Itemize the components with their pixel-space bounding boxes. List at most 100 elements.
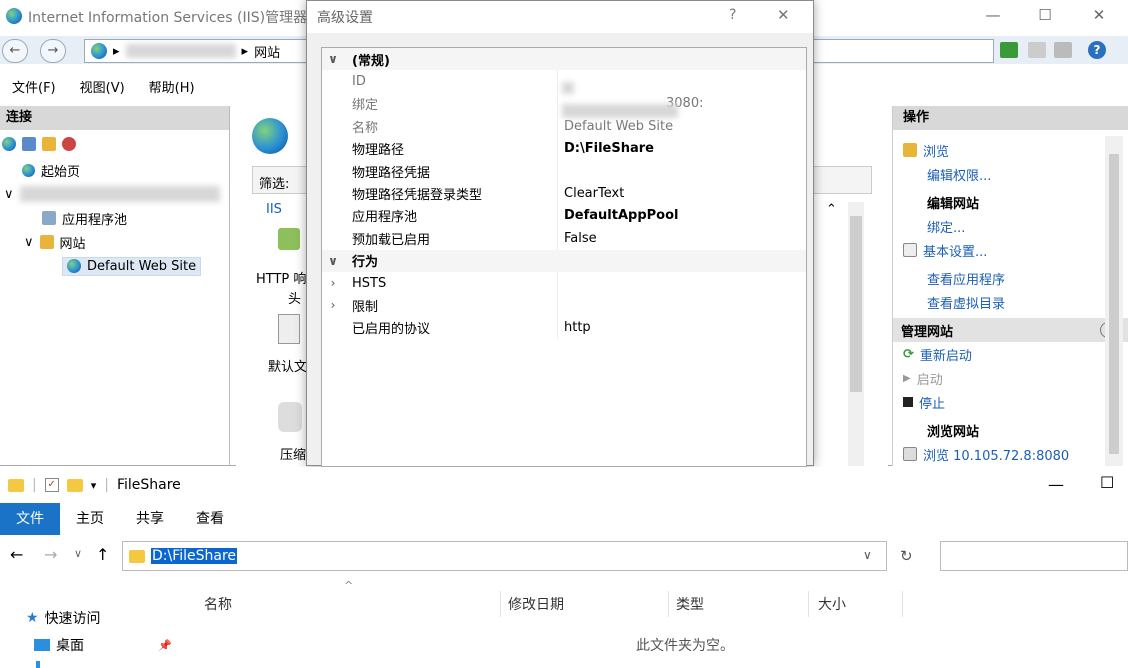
action-bindings[interactable]: 绑定... (893, 214, 1128, 238)
home-icon[interactable] (1054, 42, 1072, 58)
expand-down-icon[interactable]: ∨ (322, 254, 344, 268)
tree-item-default-web-site[interactable]: Default Web Site (0, 254, 229, 278)
forward-arrow-icon[interactable]: → (44, 545, 57, 564)
actions-scrollbar[interactable] (1105, 136, 1123, 466)
tree-item-server[interactable]: ∨ (0, 182, 229, 206)
expand-down-icon[interactable]: ∨ (322, 52, 344, 66)
property-key: 行为 (352, 255, 379, 271)
property-value[interactable]: D:\FileShare (558, 141, 806, 156)
redacted-server-name (125, 44, 236, 58)
properties-check-icon[interactable]: ✓ (44, 478, 59, 492)
property-row[interactable]: 物理路径凭据登录类型 ClearText (322, 182, 806, 205)
connect-icon[interactable] (2, 137, 16, 151)
property-row[interactable]: 已启用的协议 http (322, 316, 806, 340)
back-arrow-icon[interactable]: ← (10, 545, 23, 564)
help-icon[interactable]: ? (1088, 41, 1106, 59)
tree-item-app-pools[interactable]: 应用程序池 (0, 206, 229, 230)
expand-right-icon[interactable]: › (322, 298, 344, 312)
save-icon[interactable] (22, 137, 36, 151)
property-value[interactable]: DefaultAppPool (558, 208, 806, 223)
collapse-up-icon[interactable]: ⌃ (826, 202, 837, 217)
tab-view[interactable]: 查看 (180, 503, 240, 535)
menu-help[interactable]: 帮助(H) (149, 77, 195, 96)
breadcrumb-sites[interactable]: 网站 (254, 42, 280, 61)
property-category[interactable]: ∨ (常规) (322, 48, 806, 71)
quick-access-dropdown-icon[interactable]: ▾ (91, 479, 97, 492)
expand-right-icon[interactable]: › (322, 276, 344, 290)
action-edit-permissions[interactable]: 编辑权限... (893, 162, 1128, 186)
property-value[interactable]: False (558, 231, 806, 246)
dialog-close-button[interactable]: ✕ (777, 6, 790, 24)
nav-desktop[interactable]: 桌面 📌 (34, 635, 172, 655)
up-arrow-icon[interactable]: ↑ (96, 545, 109, 564)
action-restart[interactable]: ⟳ 重新启动 (893, 342, 1128, 366)
col-name[interactable]: 名称 (204, 591, 232, 617)
property-key: 物理路径凭据登录类型 (344, 182, 558, 205)
tree-item-start-page[interactable]: 起始页 (0, 158, 229, 182)
property-row[interactable]: 应用程序池 DefaultAppPool (322, 204, 806, 228)
new-folder-icon[interactable] (66, 478, 83, 492)
search-input[interactable] (940, 541, 1128, 571)
action-start[interactable]: ▶ 启动 (893, 366, 1128, 390)
features-scrollbar[interactable] (848, 202, 864, 466)
refresh-arrow-icon[interactable]: ↻ (900, 547, 913, 565)
disconnect-icon[interactable] (62, 137, 76, 151)
property-row[interactable]: 名称 Default Web Site (322, 115, 806, 138)
action-view-applications[interactable]: 查看应用程序 (893, 266, 1128, 290)
property-category[interactable]: ∨ 行为 (322, 249, 806, 272)
dialog-help-button[interactable]: ? (729, 7, 736, 23)
property-value[interactable]: ClearText (558, 186, 806, 201)
property-key: 物理路径 (344, 137, 558, 160)
back-button[interactable]: ← (2, 39, 28, 63)
http-headers-icon[interactable] (278, 228, 300, 250)
property-row[interactable]: 预加载已启用 False (322, 227, 806, 250)
recent-dropdown-icon[interactable]: ∨ (74, 547, 82, 560)
property-row[interactable]: › HSTS (322, 271, 806, 295)
default-document-icon[interactable] (278, 314, 300, 344)
iis-window-title: Internet Information Services (IIS)管理器 (28, 10, 308, 26)
feature-compression[interactable]: 压缩 (280, 444, 306, 463)
action-stop[interactable]: 停止 (893, 390, 1128, 414)
pin-icon[interactable]: 📌 (158, 639, 172, 652)
col-modified[interactable]: 修改日期 (508, 591, 564, 617)
explorer-maximize-button[interactable]: ☐ (1100, 473, 1114, 492)
feature-http-headers[interactable]: HTTP 响 (256, 268, 306, 287)
tab-share[interactable]: 共享 (120, 503, 180, 535)
path-input[interactable]: D:\FileShare ∨ (122, 541, 887, 571)
property-key: 绑定 (344, 92, 558, 116)
feature-default-document[interactable]: 默认文 (268, 356, 307, 375)
property-row[interactable]: 物理路径凭据 (322, 159, 806, 183)
path-dropdown-icon[interactable]: ∨ (863, 548, 872, 562)
property-row[interactable]: 物理路径 D:\FileShare (322, 137, 806, 160)
path-text[interactable]: D:\FileShare (151, 548, 238, 564)
iis-minimize-button[interactable]: — (980, 4, 1006, 26)
col-type[interactable]: 类型 (676, 591, 704, 617)
tab-file[interactable]: 文件 (0, 503, 60, 535)
iis-maximize-button[interactable]: ☐ (1032, 4, 1058, 26)
nav-quick-access[interactable]: ★ 快速访问 (26, 608, 101, 628)
up-folder-icon[interactable] (42, 137, 56, 151)
property-value[interactable]: Default Web Site (558, 119, 806, 134)
stop-icon[interactable] (1028, 42, 1046, 58)
forward-button[interactable]: → (40, 39, 66, 63)
property-row[interactable]: › 限制 (322, 294, 806, 317)
action-basic-settings[interactable]: 基本设置... (893, 238, 1128, 262)
explorer-minimize-button[interactable]: — (1048, 475, 1064, 494)
start-icon: ▶ (903, 372, 911, 384)
menu-file[interactable]: 文件(F) (12, 77, 56, 96)
tree-item-sites[interactable]: ∨ 网站 (0, 230, 229, 254)
explorer-nav-bar: ← → ∨ ↑ D:\FileShare ∨ ↻ (0, 535, 1128, 583)
action-label: 浏览 10.105.72.8:8080 (923, 448, 1070, 464)
action-label: 重新启动 (919, 348, 972, 364)
col-size[interactable]: 大小 (818, 591, 846, 617)
actions-panel: 操作 浏览 编辑权限... 编辑网站 绑定... 基本设置... 查看应用程序 … (892, 106, 1128, 466)
action-browse-url[interactable]: 浏览 10.105.72.8:8080 (893, 442, 1128, 466)
tab-home[interactable]: 主页 (60, 503, 120, 535)
iis-close-button[interactable]: ✕ (1086, 4, 1112, 26)
action-browse[interactable]: 浏览 (893, 138, 1128, 162)
menu-view[interactable]: 视图(V) (80, 77, 125, 96)
property-value[interactable]: http (558, 320, 806, 335)
action-view-virtual-dirs[interactable]: 查看虚拟目录 (893, 290, 1128, 314)
refresh-icon[interactable] (1000, 42, 1018, 58)
compression-icon[interactable] (278, 402, 302, 432)
